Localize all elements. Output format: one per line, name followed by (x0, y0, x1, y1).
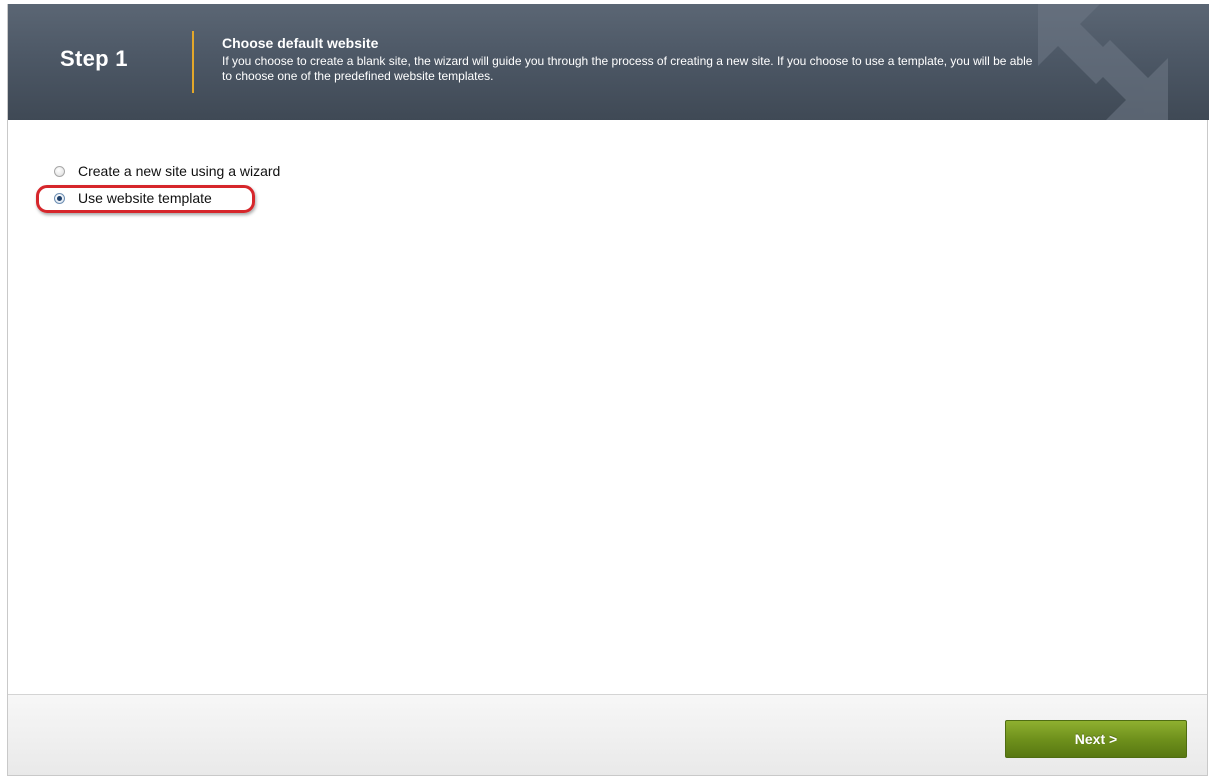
wizard-footer: Next > (8, 694, 1207, 775)
wizard-content: Create a new site using a wizard Use web… (8, 120, 1207, 694)
step-label: Step 1 (60, 46, 128, 71)
highlight-annotation (36, 185, 255, 213)
wizard-header: Step 1 Choose default website If you cho… (8, 4, 1209, 120)
next-button[interactable]: Next > (1005, 720, 1187, 758)
option-create-new-site[interactable]: Create a new site using a wizard (54, 162, 280, 180)
resize-arrows-icon (1038, 4, 1168, 120)
step-divider (192, 31, 194, 93)
step-description: If you choose to create a blank site, th… (222, 54, 1033, 83)
create-new-site-label: Create a new site using a wizard (78, 163, 281, 179)
step-title: Choose default website (222, 35, 379, 51)
create-new-site-radio[interactable] (54, 165, 65, 177)
wizard-window: Step 1 Choose default website If you cho… (7, 4, 1209, 776)
